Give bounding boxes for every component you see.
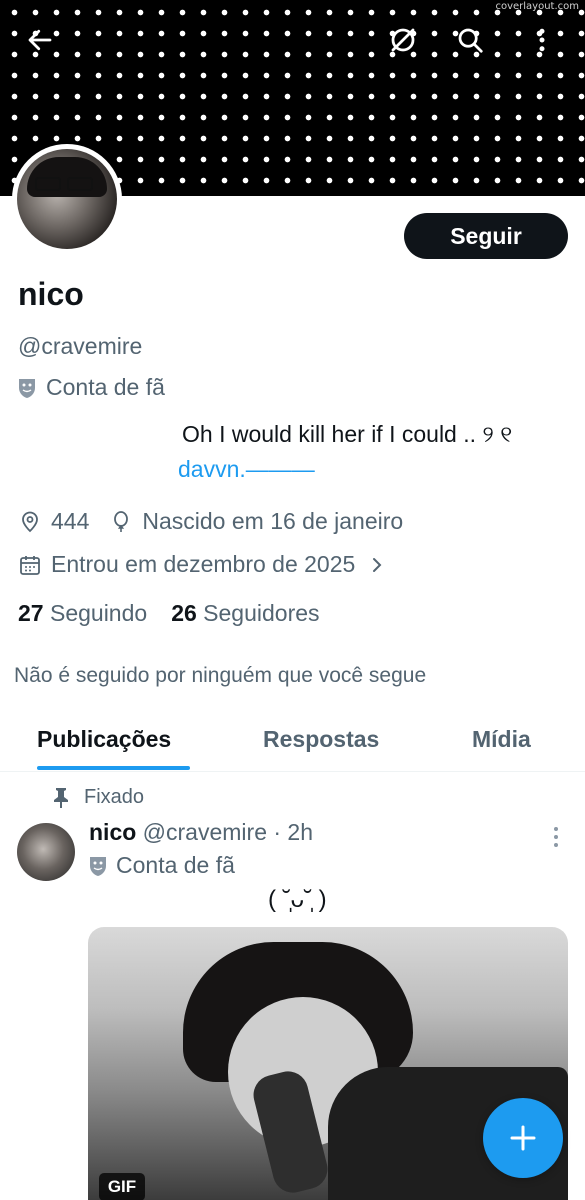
fan-account-text: Conta de fã xyxy=(46,374,165,400)
bio-link[interactable]: davvn.——— xyxy=(178,456,315,483)
compose-button[interactable] xyxy=(483,1098,563,1178)
post-header: nico @cravemire · 2h xyxy=(89,819,313,846)
balloon-icon xyxy=(114,510,129,532)
grok-icon xyxy=(391,28,415,52)
avatar-image xyxy=(17,149,117,249)
compose-plus-icon xyxy=(510,1125,536,1151)
joined-row[interactable]: Entrou em dezembro de 2025 xyxy=(18,551,387,578)
bio-line-1: Oh I would kill her if I could .. ୨ ୧ xyxy=(182,421,513,447)
tab-publicacoes[interactable]: Publicações xyxy=(37,726,171,753)
pin-icon xyxy=(54,787,68,808)
profile-tabs: Publicações Respostas Mídia xyxy=(0,716,585,772)
location-pin-icon xyxy=(22,511,38,532)
followers-count: 26 xyxy=(171,600,197,626)
location-text: 444 xyxy=(51,508,90,534)
back-button[interactable] xyxy=(18,18,62,62)
post-meta: @cravemire · 2h xyxy=(142,819,314,845)
birthday-text: Nascido em 16 de janeiro xyxy=(142,508,404,534)
mask-icon xyxy=(90,856,106,876)
post-avatar[interactable] xyxy=(17,823,75,881)
fan-account-label: Conta de fã xyxy=(18,374,165,401)
tab-respostas[interactable]: Respostas xyxy=(263,726,379,753)
arrow-left-icon xyxy=(28,29,52,51)
mask-icon xyxy=(19,378,35,398)
post-text: ( ˘̩ᴗ˘̩ ) xyxy=(268,886,327,913)
tab-midia[interactable]: Mídia xyxy=(472,726,531,753)
following-label: Seguindo xyxy=(49,600,148,626)
more-vertical-icon xyxy=(539,28,545,52)
post-fan-account-label: Conta de fã xyxy=(89,852,235,879)
grok-button[interactable] xyxy=(381,18,425,62)
followers-label: Seguidores xyxy=(203,600,320,626)
follow-button[interactable]: Seguir xyxy=(404,213,568,259)
watermark: coverlayout.com xyxy=(495,1,579,12)
gif-badge: GIF xyxy=(99,1173,145,1200)
post-more-icon[interactable] xyxy=(546,824,566,850)
profile-avatar[interactable] xyxy=(12,144,122,254)
active-tab-indicator xyxy=(37,766,190,770)
chevron-right-icon xyxy=(373,557,382,572)
location-birthday-row: 444 Nascido em 16 de janeiro xyxy=(18,508,403,535)
following-count: 27 xyxy=(18,600,44,626)
search-icon xyxy=(458,28,483,53)
more-button[interactable] xyxy=(520,18,564,62)
not-followed-notice: Não é seguido por ninguém que você segue xyxy=(14,664,427,687)
joined-text: Entrou em dezembro de 2025 xyxy=(51,551,356,577)
profile-handle: @cravemire xyxy=(18,333,143,359)
followers-link[interactable]: 26 Seguidores xyxy=(171,600,319,627)
post-author-name[interactable]: nico xyxy=(89,819,136,845)
search-button[interactable] xyxy=(448,18,492,62)
post-fan-text: Conta de fã xyxy=(116,852,235,878)
pinned-text: Fixado xyxy=(84,786,145,808)
follow-counts: 27 Seguindo 26 Seguidores xyxy=(18,600,320,627)
following-link[interactable]: 27 Seguindo xyxy=(18,600,147,627)
calendar-icon xyxy=(20,555,40,575)
pinned-label: Fixado xyxy=(52,786,144,809)
profile-name: nico xyxy=(18,276,84,312)
